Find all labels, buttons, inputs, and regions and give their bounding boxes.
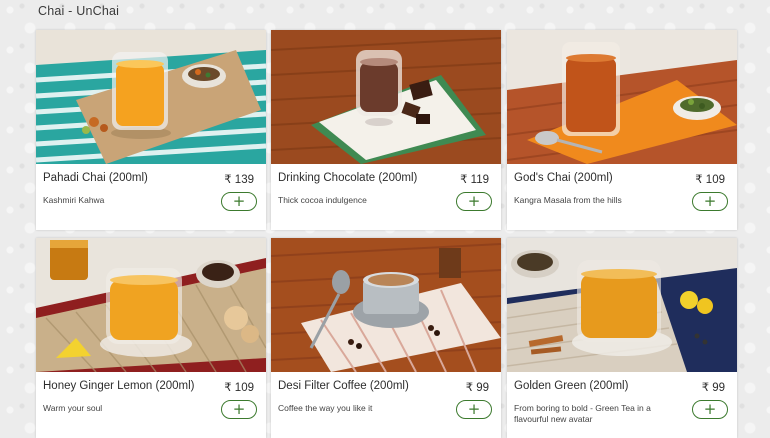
- item-description: Coffee the way you like it: [278, 403, 373, 413]
- product-image[interactable]: [36, 238, 266, 372]
- menu-item-card[interactable]: Desi Filter Coffee (200ml) ₹ 99 Coffee t…: [271, 238, 501, 438]
- product-image[interactable]: [271, 30, 501, 164]
- item-description: Kashmiri Kahwa: [43, 195, 105, 205]
- item-description: Kangra Masala from the hills: [514, 195, 622, 205]
- add-button[interactable]: +: [456, 400, 492, 419]
- item-name: God's Chai (200ml): [514, 172, 613, 184]
- item-name: Pahadi Chai (200ml): [43, 172, 148, 184]
- add-button[interactable]: +: [456, 192, 492, 211]
- add-button[interactable]: +: [692, 400, 728, 419]
- item-price: ₹ 119: [460, 174, 489, 186]
- product-image[interactable]: [507, 30, 737, 164]
- item-description: Thick cocoa indulgence: [278, 195, 367, 205]
- item-name: Drinking Chocolate (200ml): [278, 172, 418, 184]
- menu-item-card[interactable]: God's Chai (200ml) ₹ 109 Kangra Masala f…: [507, 30, 737, 230]
- item-price: ₹ 109: [695, 174, 725, 186]
- item-name: Golden Green (200ml): [514, 380, 629, 392]
- product-image[interactable]: [507, 238, 737, 372]
- product-image[interactable]: [36, 30, 266, 164]
- menu-item-card[interactable]: Golden Green (200ml) ₹ 99 From boring to…: [507, 238, 737, 438]
- item-price: ₹ 99: [465, 382, 489, 394]
- menu-item-card[interactable]: Drinking Chocolate (200ml) ₹ 119 Thick c…: [271, 30, 501, 230]
- item-price: ₹ 139: [224, 174, 254, 186]
- item-price: ₹ 99: [701, 382, 725, 394]
- item-name: Honey Ginger Lemon (200ml): [43, 380, 195, 392]
- page-title: Chai - UnChai: [38, 4, 120, 18]
- add-button[interactable]: +: [692, 192, 728, 211]
- menu-item-card[interactable]: Pahadi Chai (200ml) ₹ 139 Kashmiri Kahwa…: [36, 30, 266, 230]
- item-description: Warm your soul: [43, 403, 103, 413]
- item-price: ₹ 109: [224, 382, 254, 394]
- product-image[interactable]: [271, 238, 501, 372]
- add-button[interactable]: +: [221, 400, 257, 419]
- add-button[interactable]: +: [221, 192, 257, 211]
- menu-item-card[interactable]: Honey Ginger Lemon (200ml) ₹ 109 Warm yo…: [36, 238, 266, 438]
- item-description: From boring to bold - Green Tea in a fla…: [514, 403, 651, 424]
- item-name: Desi Filter Coffee (200ml): [278, 380, 409, 392]
